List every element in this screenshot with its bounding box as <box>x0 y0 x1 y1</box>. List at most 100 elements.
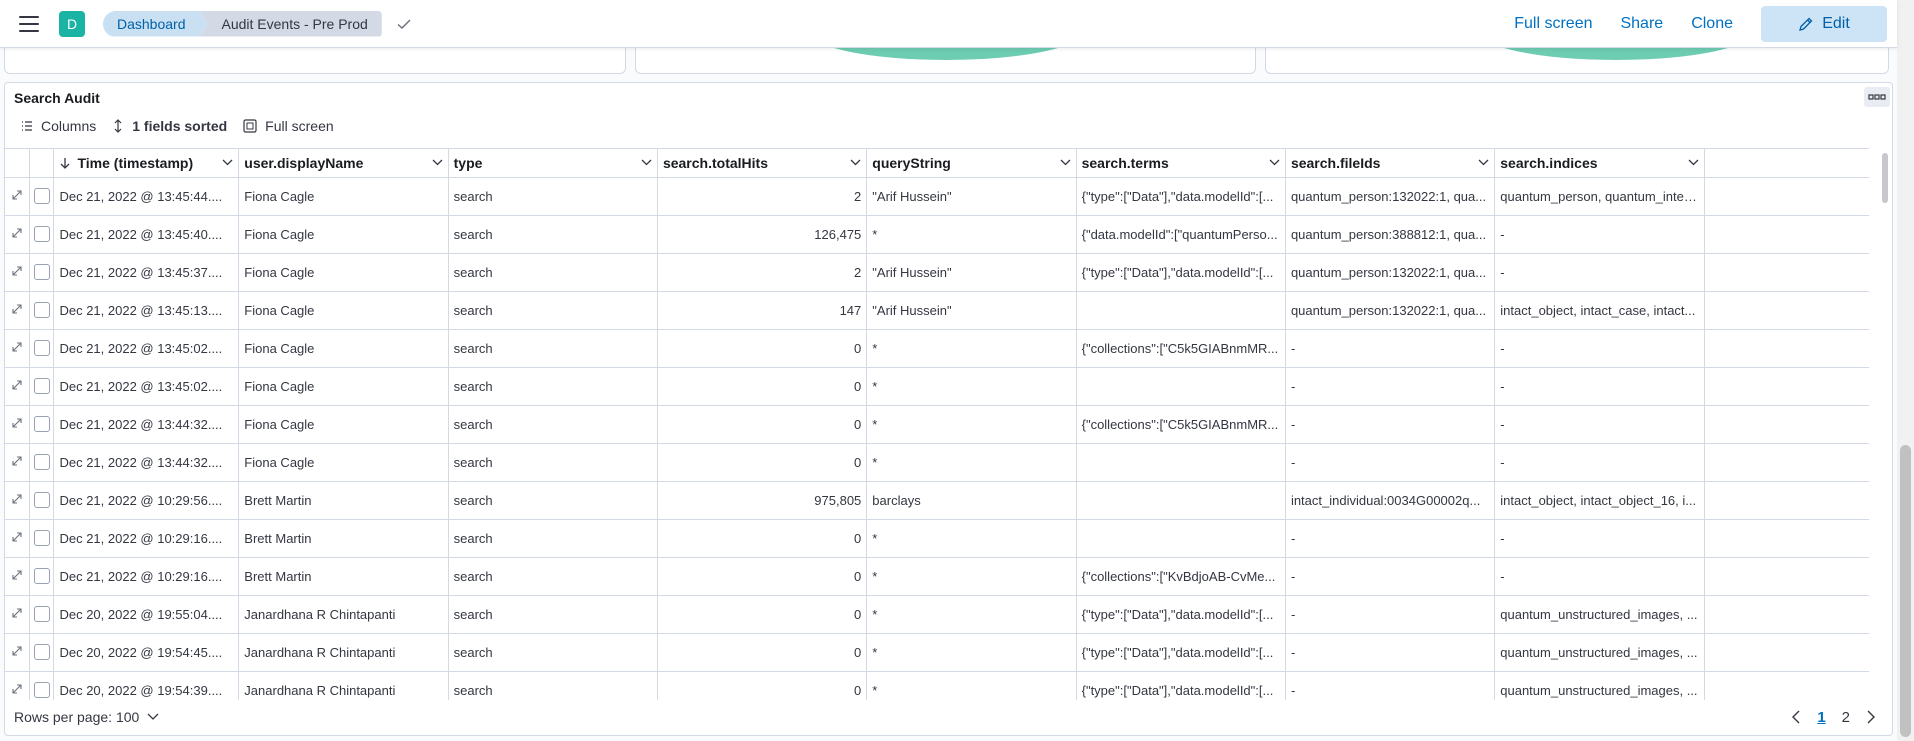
column-header-search-terms[interactable]: search.terms <box>1076 149 1286 178</box>
cell-total-hits[interactable]: 0 <box>657 443 868 482</box>
expand-icon[interactable] <box>11 645 23 657</box>
cell-indices[interactable]: intact_object, intact_case, intact... <box>1494 291 1705 330</box>
cell-indices[interactable]: - <box>1494 519 1705 558</box>
cell-type[interactable]: search <box>448 405 658 444</box>
table-row[interactable]: Dec 21, 2022 @ 13:45:40.... Fiona Cagle se… <box>5 215 1869 254</box>
cell-search-terms[interactable] <box>1076 443 1286 482</box>
row-checkbox[interactable] <box>33 644 50 661</box>
sort-button[interactable]: 1 fields sorted <box>112 118 227 134</box>
cell-time[interactable]: Dec 21, 2022 @ 10:29:56.... <box>53 481 240 520</box>
cell-query-string[interactable]: "Arif Hussein" <box>866 253 1077 292</box>
cell-total-hits[interactable]: 0 <box>657 557 868 596</box>
cell-type[interactable]: search <box>448 557 658 596</box>
page-2-link[interactable]: 2 <box>1842 709 1850 726</box>
chevron-down-icon[interactable] <box>850 159 861 166</box>
chevron-right-icon[interactable] <box>1866 710 1876 724</box>
cell-file-ids[interactable]: - <box>1285 557 1496 596</box>
cell-total-hits[interactable]: 147 <box>657 291 868 330</box>
cell-type[interactable]: search <box>448 291 658 330</box>
cell-file-ids[interactable]: - <box>1285 633 1496 672</box>
table-row[interactable]: Dec 21, 2022 @ 10:29:16.... Brett Martin s… <box>5 557 1869 596</box>
cell-user[interactable]: Fiona Cagle <box>238 367 449 406</box>
cell-total-hits[interactable]: 0 <box>657 671 868 700</box>
cell-user[interactable]: Fiona Cagle <box>238 291 449 330</box>
table-row[interactable]: Dec 21, 2022 @ 13:45:37.... Fiona Cagle se… <box>5 253 1869 292</box>
cell-file-ids[interactable]: quantum_person:132022:1, qua... <box>1285 177 1496 216</box>
cell-indices[interactable]: intact_object, intact_object_16, i... <box>1494 481 1705 520</box>
cell-file-ids[interactable]: - <box>1285 405 1496 444</box>
chevron-down-icon[interactable] <box>432 159 443 166</box>
cell-type[interactable]: search <box>448 253 658 292</box>
cell-user[interactable]: Janardhana R Chintapanti <box>238 633 449 672</box>
edit-button[interactable]: Edit <box>1761 5 1887 42</box>
row-checkbox[interactable] <box>33 492 50 509</box>
cell-query-string[interactable]: * <box>866 443 1077 482</box>
table-row[interactable]: Dec 20, 2022 @ 19:54:45.... Janardhana R … <box>5 633 1869 672</box>
cell-query-string[interactable]: barclays <box>866 481 1077 520</box>
cell-type[interactable]: search <box>448 519 658 558</box>
columns-button[interactable]: Columns <box>21 118 96 134</box>
expand-icon[interactable] <box>11 569 23 581</box>
table-row[interactable]: Dec 20, 2022 @ 19:55:04.... Janardhana R … <box>5 595 1869 634</box>
cell-indices[interactable]: - <box>1494 405 1705 444</box>
cell-user[interactable]: Janardhana R Chintapanti <box>238 671 449 700</box>
panel-options-button[interactable] <box>1864 87 1890 107</box>
table-row[interactable]: Dec 21, 2022 @ 10:29:16.... Brett Martin s… <box>5 519 1869 558</box>
chevron-down-icon[interactable] <box>1269 159 1280 166</box>
cell-search-terms[interactable] <box>1076 481 1286 520</box>
cell-search-terms[interactable]: {"type":["Data"],"data.modelId":[... <box>1076 671 1286 700</box>
cell-search-terms[interactable]: {"collections":["C5k5GIABnmMR... <box>1076 405 1286 444</box>
row-checkbox[interactable] <box>33 302 50 319</box>
chevron-down-icon[interactable] <box>1688 159 1699 166</box>
cell-total-hits[interactable]: 2 <box>657 177 868 216</box>
cell-file-ids[interactable]: - <box>1285 595 1496 634</box>
cell-indices[interactable]: - <box>1494 215 1705 254</box>
breadcrumb-dashboard[interactable]: Dashboard <box>103 11 208 37</box>
page-scrollbar-thumb[interactable] <box>1900 445 1911 737</box>
cell-query-string[interactable]: * <box>866 405 1077 444</box>
cell-indices[interactable]: - <box>1494 253 1705 292</box>
cell-file-ids[interactable]: quantum_person:388812:1, qua... <box>1285 215 1496 254</box>
table-row[interactable]: Dec 21, 2022 @ 13:45:13.... Fiona Cagle se… <box>5 291 1869 330</box>
cell-file-ids[interactable]: - <box>1285 367 1496 406</box>
page-1-link[interactable]: 1 <box>1817 709 1825 726</box>
cell-indices[interactable]: - <box>1494 329 1705 368</box>
cell-type[interactable]: search <box>448 595 658 634</box>
cell-time[interactable]: Dec 21, 2022 @ 10:29:16.... <box>53 557 240 596</box>
chevron-down-icon[interactable] <box>1060 159 1071 166</box>
expand-icon[interactable] <box>11 531 23 543</box>
expand-icon[interactable] <box>11 341 23 353</box>
cell-query-string[interactable]: * <box>866 215 1077 254</box>
cell-type[interactable]: search <box>448 329 658 368</box>
cell-indices[interactable]: - <box>1494 367 1705 406</box>
cell-file-ids[interactable]: - <box>1285 329 1496 368</box>
cell-search-terms[interactable] <box>1076 291 1286 330</box>
row-checkbox[interactable] <box>33 378 50 395</box>
cell-search-terms[interactable]: {"type":["Data"],"data.modelId":[... <box>1076 633 1286 672</box>
row-checkbox[interactable] <box>33 606 50 623</box>
grid-fullscreen-button[interactable]: Full screen <box>243 118 334 134</box>
table-row[interactable]: Dec 21, 2022 @ 13:44:32.... Fiona Cagle se… <box>5 405 1869 444</box>
full-screen-link[interactable]: Full screen <box>1514 15 1592 33</box>
share-link[interactable]: Share <box>1620 15 1663 33</box>
cell-query-string[interactable]: "Arif Hussein" <box>866 291 1077 330</box>
row-checkbox[interactable] <box>33 264 50 281</box>
column-header-type[interactable]: type <box>448 149 658 178</box>
cell-total-hits[interactable]: 0 <box>657 519 868 558</box>
row-checkbox[interactable] <box>33 682 50 699</box>
expand-icon[interactable] <box>11 455 23 467</box>
cell-search-terms[interactable]: {"data.modelId":["quantumPerso... <box>1076 215 1286 254</box>
cell-query-string[interactable]: * <box>866 671 1077 700</box>
cell-time[interactable]: Dec 21, 2022 @ 13:45:02.... <box>53 329 240 368</box>
cell-query-string[interactable]: * <box>866 519 1077 558</box>
row-checkbox[interactable] <box>33 340 50 357</box>
row-checkbox[interactable] <box>33 188 50 205</box>
cell-total-hits[interactable]: 975,805 <box>657 481 868 520</box>
cell-total-hits[interactable]: 0 <box>657 633 868 672</box>
cell-file-ids[interactable]: quantum_person:132022:1, qua... <box>1285 253 1496 292</box>
cell-time[interactable]: Dec 20, 2022 @ 19:54:39.... <box>53 671 240 700</box>
expand-icon[interactable] <box>11 607 23 619</box>
cell-user[interactable]: Fiona Cagle <box>238 253 449 292</box>
table-row[interactable]: Dec 21, 2022 @ 13:45:02.... Fiona Cagle se… <box>5 367 1869 406</box>
clone-link[interactable]: Clone <box>1691 15 1733 33</box>
